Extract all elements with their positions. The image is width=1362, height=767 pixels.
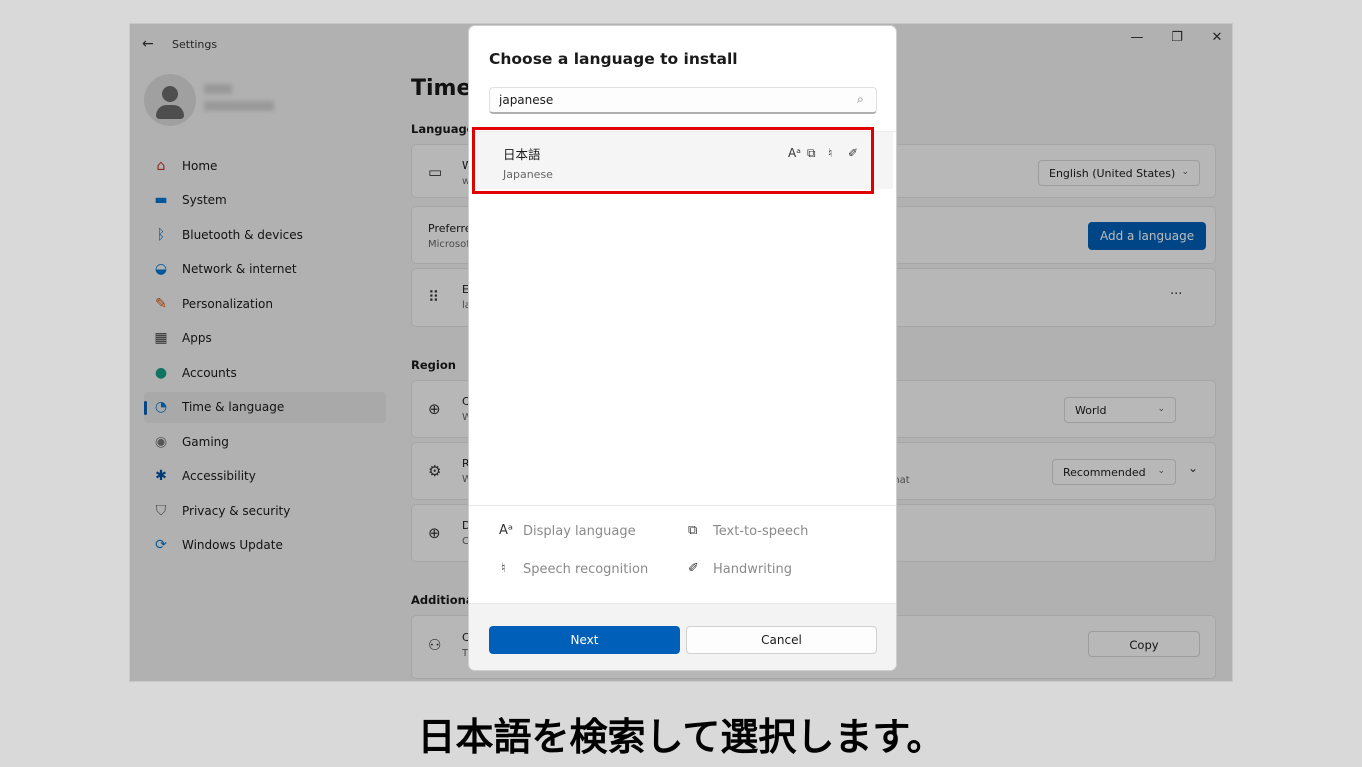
language-search-input[interactable] [489, 87, 877, 114]
legend-divider [469, 505, 896, 506]
instruction-caption: 日本語を検索して選択します。 [417, 715, 945, 759]
next-button[interactable]: Next [489, 626, 680, 654]
legend-handwriting: Handwriting [713, 562, 793, 577]
handwriting-icon: ✐ [688, 561, 699, 576]
legend-display-language: Display language [523, 524, 636, 539]
selection-highlight-box [472, 127, 874, 194]
legend-text-to-speech: Text-to-speech [713, 524, 809, 539]
dialog-title: Choose a language to install [489, 50, 738, 68]
cancel-button[interactable]: Cancel [686, 626, 877, 654]
speech-recognition-icon: ♮ [501, 561, 506, 576]
display-language-icon: Aᵃ [499, 523, 513, 538]
choose-language-dialog: Choose a language to install ⌕ 日本語 Japan… [468, 25, 897, 671]
text-to-speech-icon: ⧉ [688, 523, 698, 538]
search-icon[interactable]: ⌕ [857, 92, 864, 107]
legend-speech-recognition: Speech recognition [523, 562, 649, 577]
dialog-footer: Next Cancel [469, 603, 896, 670]
